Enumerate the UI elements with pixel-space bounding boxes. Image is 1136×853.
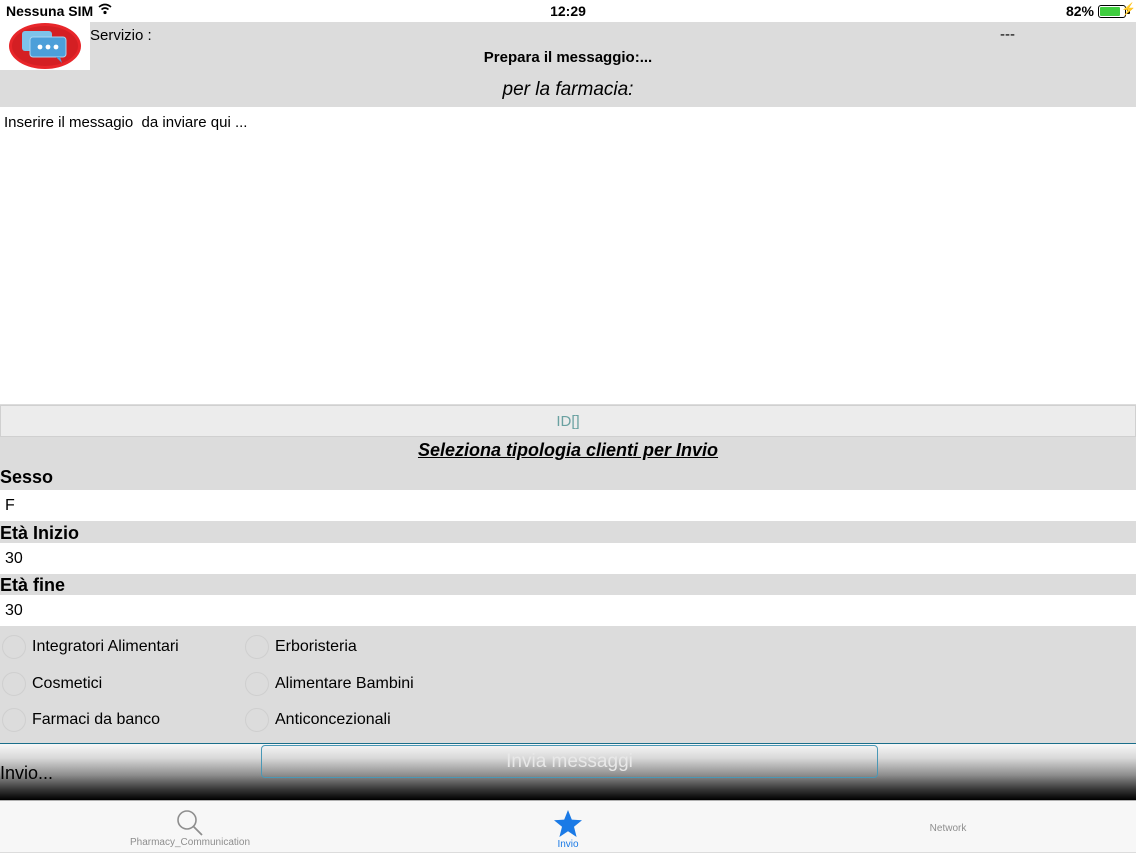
checkbox-circle[interactable] — [245, 708, 269, 732]
service-label: Servizio : — [90, 27, 152, 44]
page-title: Prepara il messaggio:... — [483, 49, 653, 66]
sending-status: Invio... — [0, 763, 54, 783]
category-checkbox-alimentare-bambini[interactable]: Alimentare Bambini — [245, 669, 475, 699]
category-label: Erboristeria — [275, 638, 357, 655]
filter-title: Seleziona tipologia clienti per Invio — [417, 440, 719, 460]
checkbox-circle[interactable] — [2, 672, 26, 696]
checkbox-circle[interactable] — [2, 708, 26, 732]
checkbox-circle[interactable] — [2, 635, 26, 659]
category-label: Farmaci da banco — [32, 711, 161, 728]
status-bar: Nessuna SIM 12:29 82% ⚡ — [0, 0, 1136, 22]
charging-icon: ⚡ — [1121, 2, 1136, 16]
page-subtitle: per la farmacia: — [502, 79, 634, 100]
battery-percent: 82% — [1065, 3, 1094, 19]
category-checkbox-farmaci-banco[interactable]: Farmaci da banco — [2, 705, 232, 735]
tab-bar: Pharmacy_Communication Invio Network — [0, 800, 1136, 852]
age-end-label: Età fine — [0, 575, 66, 595]
age-start-label: Età Inizio — [0, 523, 80, 543]
checkbox-circle[interactable] — [245, 672, 269, 696]
tab-label: Network — [929, 823, 967, 834]
tab-invio[interactable]: Invio — [518, 801, 618, 853]
age-start-input[interactable] — [0, 543, 1136, 574]
tab-label: Invio — [557, 839, 579, 850]
tab-pharmacy-communication[interactable]: Pharmacy_Communication — [110, 801, 270, 853]
category-checkbox-erboristeria[interactable]: Erboristeria — [245, 632, 475, 662]
tab-label: Pharmacy_Communication — [129, 837, 251, 848]
send-messages-button[interactable]: Invia messaggi — [261, 745, 878, 778]
category-checkbox-integratori[interactable]: Integratori Alimentari — [2, 632, 232, 662]
id-field[interactable]: ID[] — [0, 405, 1136, 437]
clock: 12:29 — [550, 3, 586, 19]
message-textarea[interactable] — [0, 107, 1136, 404]
star-icon — [554, 810, 582, 837]
category-checkbox-cosmetici[interactable]: Cosmetici — [2, 669, 232, 699]
sex-label: Sesso — [0, 467, 54, 487]
checkbox-circle[interactable] — [245, 635, 269, 659]
category-label: Alimentare Bambini — [275, 675, 414, 692]
category-checkbox-anticoncezionali[interactable]: Anticoncezionali — [245, 705, 475, 735]
search-icon — [177, 810, 203, 836]
tab-network[interactable]: Network — [898, 801, 998, 853]
category-label: Anticoncezionali — [275, 711, 391, 728]
sex-input[interactable] — [0, 490, 1136, 521]
age-end-input[interactable] — [0, 595, 1136, 626]
category-label: Cosmetici — [32, 675, 103, 692]
service-value: --- — [1000, 26, 1015, 43]
category-label: Integratori Alimentari — [32, 638, 179, 655]
